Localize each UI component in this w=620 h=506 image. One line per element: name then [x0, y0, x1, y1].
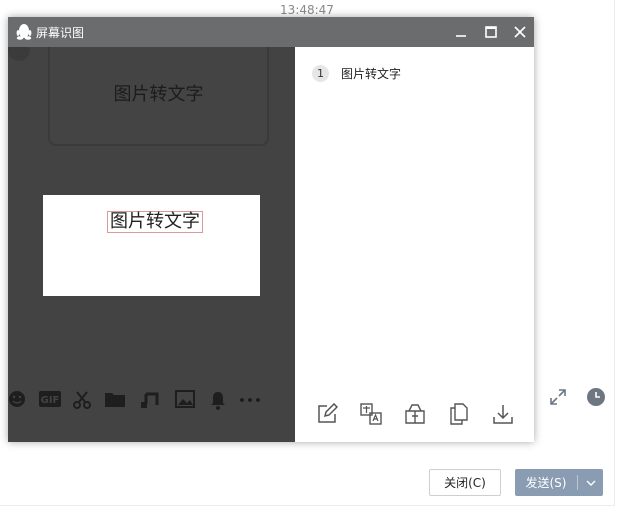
history-clock-icon[interactable]: [586, 387, 606, 407]
share-icon[interactable]: [404, 403, 426, 425]
image-preview-pane: 图片转文字 图片转文字 GIF: [8, 47, 295, 442]
music-icon: [141, 392, 159, 408]
bell-icon: [211, 392, 225, 410]
minimize-icon[interactable]: [453, 24, 469, 40]
window-edge: [614, 0, 615, 506]
recognized-region-text[interactable]: 图片转文字: [107, 211, 203, 233]
ocr-result-pane: 1 图片转文字: [295, 47, 534, 442]
titlebar[interactable]: 屏幕识图: [8, 17, 534, 47]
edit-icon[interactable]: [316, 403, 338, 425]
screen-ocr-window: 屏幕识图 图片转文字 图片转文字 GIF 1 图片转文字: [8, 17, 534, 442]
emoji-icon: [9, 391, 25, 407]
more-icon: [240, 398, 260, 402]
captured-image: 图片转文字: [43, 195, 260, 296]
image-icon: [175, 390, 195, 408]
gif-label: GIF: [41, 395, 60, 406]
avatar: [8, 47, 30, 61]
copy-icon[interactable]: [448, 403, 470, 425]
result-text[interactable]: 图片转文字: [341, 65, 401, 82]
window-title: 屏幕识图: [36, 26, 85, 40]
maximize-icon[interactable]: [483, 24, 499, 40]
chevron-down-icon: [586, 480, 595, 486]
download-icon[interactable]: [492, 403, 514, 425]
translate-icon[interactable]: [360, 403, 382, 425]
scissors-icon: [73, 391, 91, 409]
message-timestamp: 13:48:47: [280, 3, 334, 17]
result-line[interactable]: 1 图片转文字: [312, 65, 401, 82]
close-chat-label: 关闭(C): [444, 476, 486, 490]
qq-penguin-icon: [16, 24, 32, 40]
close-chat-button[interactable]: 关闭(C): [429, 469, 501, 496]
background-message-text: 图片转文字: [113, 84, 204, 105]
send-button[interactable]: 发送(S): [515, 469, 603, 496]
folder-icon: [105, 393, 125, 407]
send-label: 发送(S): [525, 476, 567, 490]
background-message-bubble: 图片转文字: [48, 47, 269, 146]
send-options-dropdown[interactable]: [578, 469, 603, 496]
gif-icon: GIF: [39, 391, 61, 407]
fullscreen-icon[interactable]: [548, 387, 568, 407]
result-index: 1: [312, 65, 329, 82]
close-icon[interactable]: [512, 24, 528, 40]
